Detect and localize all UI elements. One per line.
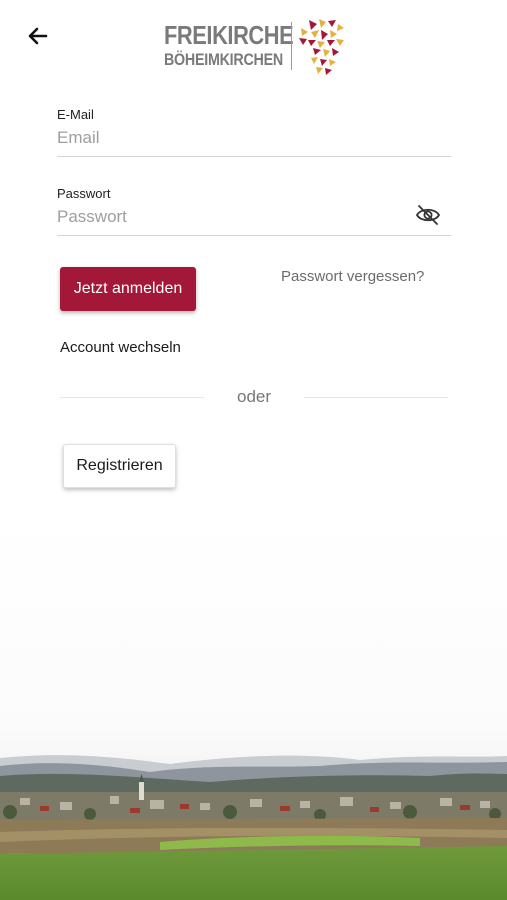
- back-button[interactable]: [22, 20, 54, 52]
- logo-line-1: FREIKIRCHE: [164, 20, 294, 50]
- cross-mosaic-icon: [299, 19, 344, 75]
- divider-line-left: [60, 397, 204, 398]
- forgot-password-link[interactable]: Passwort vergessen?: [281, 268, 424, 285]
- register-button[interactable]: Registrieren: [63, 444, 176, 488]
- password-field-group: Passwort: [57, 186, 451, 236]
- email-label: E-Mail: [57, 107, 94, 122]
- password-input[interactable]: [57, 201, 451, 236]
- email-field-group: E-Mail: [57, 107, 451, 157]
- password-label: Passwort: [57, 186, 111, 201]
- switch-account-link[interactable]: Account wechseln: [60, 339, 181, 356]
- email-input[interactable]: [57, 122, 451, 157]
- arrow-left-icon: [28, 27, 48, 45]
- login-button[interactable]: Jetzt anmelden: [60, 267, 196, 311]
- church-logo: FREIKIRCHE BÖHEIMKIRCHEN: [164, 16, 346, 76]
- divider-line-right: [304, 397, 448, 398]
- divider-label: oder: [236, 387, 272, 406]
- logo-separator: [291, 22, 292, 70]
- landscape-background-image: [0, 520, 507, 900]
- logo-wordmark: FREIKIRCHE BÖHEIMKIRCHEN: [164, 22, 304, 68]
- eye-off-icon[interactable]: [415, 204, 441, 226]
- logo-line-2: BÖHEIMKIRCHEN: [164, 50, 283, 69]
